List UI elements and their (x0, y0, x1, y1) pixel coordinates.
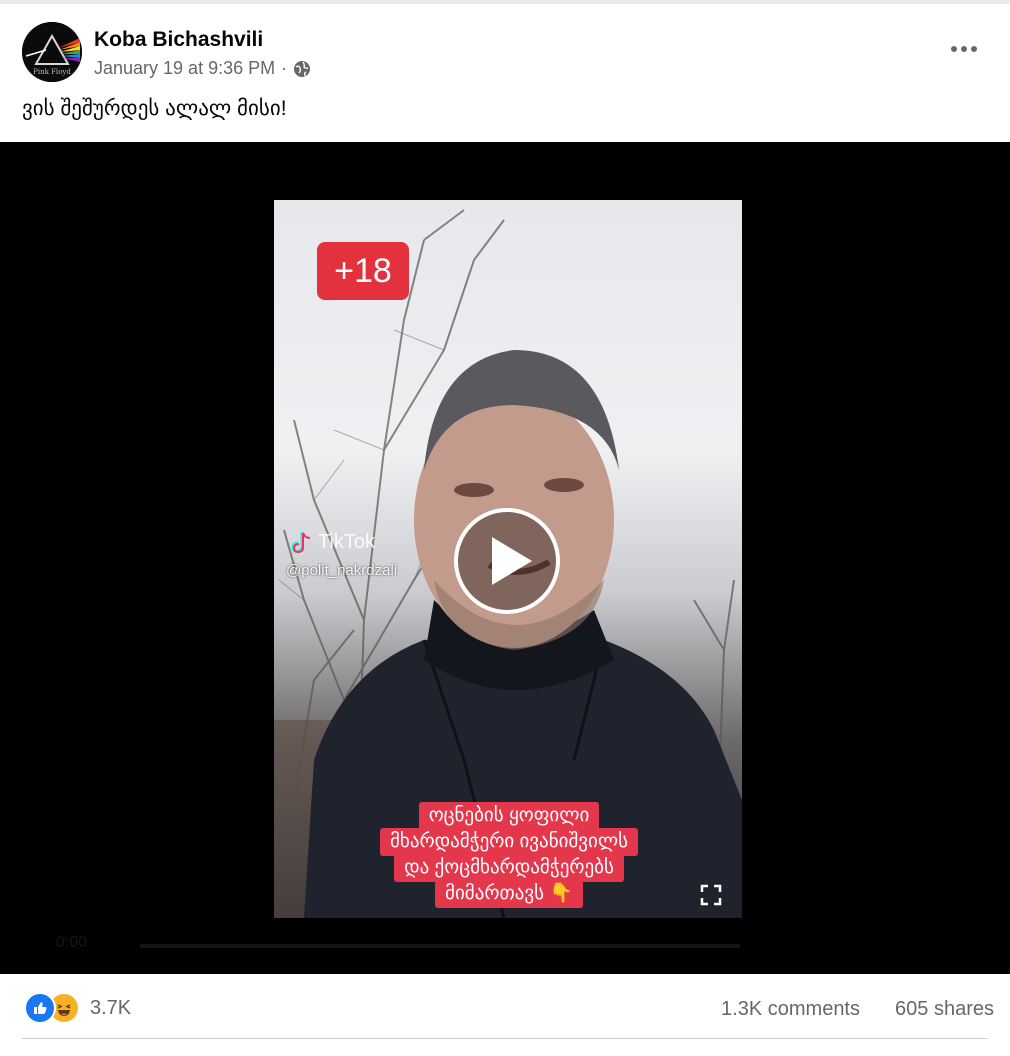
comments-count-link[interactable]: 1.3K comments (721, 998, 860, 1021)
author-avatar[interactable]: Pink Floyd (22, 22, 82, 82)
meta-separator: · (281, 58, 288, 78)
caption-line: და ქოცმხარდამჭერებს (394, 854, 624, 882)
reactions-count: 3.7K (90, 996, 132, 1019)
post-stats: 3.7K 1.3K comments 605 shares (0, 982, 1010, 1032)
video-player[interactable]: +18 TikTok @polit_nakrdzali ოცნების ყოფი… (0, 142, 1010, 974)
post-meta: January 19 at 9:36 PM · (94, 58, 311, 79)
video-controls: 0:00 (0, 926, 1010, 966)
video-time: 0:00 (56, 934, 88, 951)
pink-floyd-prism-logo: Pink Floyd (22, 22, 82, 82)
stats-divider (22, 1038, 988, 1039)
caption-line: ოცნების ყოფილი (418, 802, 600, 830)
svg-text:Pink Floyd: Pink Floyd (33, 68, 71, 76)
reactions-summary[interactable]: 3.7K (24, 992, 131, 1024)
like-icon (24, 992, 56, 1024)
age-restriction-badge: +18 (317, 242, 409, 300)
more-dot (951, 46, 957, 52)
post-timestamp[interactable]: January 19 at 9:36 PM (94, 58, 275, 79)
fullscreen-icon[interactable] (700, 884, 722, 906)
more-dot (961, 46, 967, 52)
globe-icon (294, 60, 311, 77)
more-options-button[interactable] (944, 34, 984, 64)
post-text: ვის შეშურდეს ალალ მისი! (22, 97, 287, 120)
progress-bar[interactable] (140, 944, 740, 948)
more-dot (971, 46, 977, 52)
shares-count-link[interactable]: 605 shares (895, 998, 994, 1021)
tiktok-handle: @polit_nakrdzali (286, 562, 398, 579)
caption-line: მიმართავს 👇 (435, 880, 583, 908)
video-caption: ოცნების ყოფილი მხარდამჭერი ივანიშვილს და… (344, 802, 674, 908)
post-header: Pink Floyd Koba Bichashvili January 19 a… (0, 4, 1010, 140)
caption-line: მხარდამჭერი ივანიშვილს (379, 828, 639, 856)
tiktok-brand-label: TikTok (318, 530, 376, 553)
play-button[interactable] (454, 508, 560, 614)
post-card: Pink Floyd Koba Bichashvili January 19 a… (0, 4, 1010, 1056)
author-name[interactable]: Koba Bichashvili (94, 28, 263, 52)
play-icon (492, 537, 532, 585)
tiktok-watermark: TikTok (290, 530, 375, 554)
tiktok-icon (291, 532, 311, 554)
